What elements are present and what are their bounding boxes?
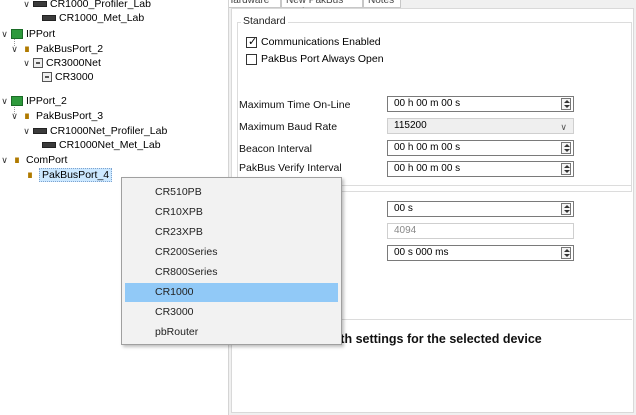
tree-item-ipport-2[interactable]: ∨ IPPort_2 [0,94,67,108]
tree-item-label: IPPort_2 [26,95,67,107]
tree-item-label: CR1000_Profiler_Lab [50,0,151,10]
field-value: 115200 [394,120,427,131]
checkbox-checked-icon[interactable] [246,35,257,48]
checkbox-unchecked-icon[interactable] [246,53,257,65]
standard-group-title: Standard [241,15,288,27]
tree-item-label: CR1000Net_Met_Lab [59,139,161,151]
tree-item-label: PakBusPort_4 [39,168,113,182]
chevron-down-icon[interactable]: ∨ [0,29,9,40]
tree-item-pakbusport-3[interactable]: ∨ ∎ PakBusPort_3 [10,109,103,123]
field-value: 00 s 000 ms [394,247,449,258]
tree-item-pakbusport-4[interactable]: ∎ PakBusPort_4 [24,168,113,182]
tree-item-cr1000net-profiler-lab[interactable]: ∨ CR1000Net_Profiler_Lab [22,124,167,138]
tree-item-label: PakBusPort_2 [36,43,104,55]
tree-item-comport[interactable]: ∨ ∎ ComPort [0,153,67,167]
tree-item-label: CR3000Net [46,57,101,69]
max-time-online-field[interactable]: 00 h 00 m 00 s [387,96,574,112]
max-baud-rate-label: Maximum Baud Rate [239,121,338,133]
spinner-icon[interactable] [561,98,571,110]
tree-item-pakbusport-2[interactable]: ∨ ∎ PakBusPort_2 [10,42,103,56]
max-time-online-label: Maximum Time On-Line [239,99,351,111]
field-value: 00 h 00 m 00 s [394,142,461,153]
tree-item-label: PakBusPort_3 [36,110,104,122]
tree-item-ipport[interactable]: ∨ IPPort [0,27,55,41]
tree-item-label: CR1000_Met_Lab [59,12,145,24]
field-value: 00 s [394,203,413,214]
checkbox-label: Communications Enabled [261,36,381,48]
device-icon [33,128,47,134]
tree-item-label: ComPort [26,154,68,166]
chevron-down-icon[interactable]: ∨ [22,126,31,137]
spinner-icon[interactable] [561,142,571,154]
chevron-down-icon[interactable]: ∨ [22,0,31,10]
device-icon [42,15,56,21]
spinner-icon[interactable] [561,247,571,259]
tree-item-cr1000net-met-lab[interactable]: CR1000Net_Met_Lab [42,138,161,152]
network-icon [42,72,52,82]
pakbus-icon: ∎ [23,110,31,122]
tab-strip: Hardware New PakBus Nodes Notes [229,0,636,8]
chevron-down-icon[interactable]: ∨ [560,120,567,134]
menu-item-pbrouter[interactable]: pbRouter [125,323,338,342]
menu-item-cr1000[interactable]: CR1000 [125,283,338,302]
menu-item-cr10xpb[interactable]: CR10XPB [125,203,338,222]
pakbus-icon: ∎ [23,43,31,55]
communications-enabled-checkbox[interactable]: Communications Enabled [246,35,381,48]
menu-item-cr200series[interactable]: CR200Series [125,243,338,262]
tree-item-label: CR3000 [55,71,94,83]
comport-icon: ∎ [13,154,21,166]
delay-field[interactable]: 00 s [387,201,574,217]
device-icon [42,142,56,148]
spinner-icon[interactable] [561,163,571,175]
pakbus-address-field[interactable]: 4094 [387,223,574,239]
chevron-down-icon[interactable]: ∨ [0,96,9,107]
port-icon [11,29,23,39]
field-value: 00 h 00 m 00 s [394,98,461,109]
beacon-interval-field[interactable]: 00 h 00 m 00 s [387,140,574,156]
chevron-down-icon[interactable]: ∨ [10,44,19,55]
menu-item-cr23xpb[interactable]: CR23XPB [125,223,338,242]
tab-hardware[interactable]: Hardware [229,0,281,8]
chevron-down-icon[interactable]: ∨ [10,111,19,122]
pakbus-verify-interval-label: PakBus Verify Interval [239,162,342,174]
field-value: 4094 [394,225,417,236]
network-icon [33,58,43,68]
chevron-down-icon[interactable]: ∨ [0,155,9,166]
device-type-menu[interactable]: CR510PB CR10XPB CR23XPB CR200Series CR80… [121,177,342,345]
timeout-field[interactable]: 00 s 000 ms [387,245,574,261]
port-icon [11,96,23,106]
tree-item-cr3000[interactable]: CR3000 [42,70,94,84]
tab-notes[interactable]: Notes [363,0,401,8]
spinner-icon[interactable] [561,203,571,215]
pakbus-port-always-open-checkbox[interactable]: PakBus Port Always Open [246,53,384,65]
tree-item-label: CR1000Net_Profiler_Lab [50,125,168,137]
field-value: 00 h 00 m 00 s [394,163,461,174]
tree-item-cr3000net[interactable]: ∨ CR3000Net [22,56,101,70]
status-note: d with settings for the selected device [316,332,542,346]
tab-new-pakbus-nodes[interactable]: New PakBus Nodes [281,0,363,8]
checkbox-label: PakBus Port Always Open [261,53,384,65]
chevron-down-icon[interactable]: ∨ [22,58,31,69]
tree-item-label: IPPort [26,28,56,40]
beacon-interval-label: Beacon Interval [239,143,312,155]
max-baud-rate-select[interactable]: 115200 ∨ [387,118,574,134]
tree-item-cr1000-met-lab[interactable]: CR1000_Met_Lab [42,11,144,25]
pakbus-icon: ∎ [26,169,34,181]
tree-item-cr1000-profiler-lab[interactable]: ∨ CR1000_Profiler_Lab [22,0,151,11]
menu-item-cr800series[interactable]: CR800Series [125,263,338,282]
menu-item-cr3000[interactable]: CR3000 [125,303,338,322]
pakbus-verify-interval-field[interactable]: 00 h 00 m 00 s [387,161,574,177]
menu-item-cr510pb[interactable]: CR510PB [125,183,338,202]
device-icon [33,1,47,7]
